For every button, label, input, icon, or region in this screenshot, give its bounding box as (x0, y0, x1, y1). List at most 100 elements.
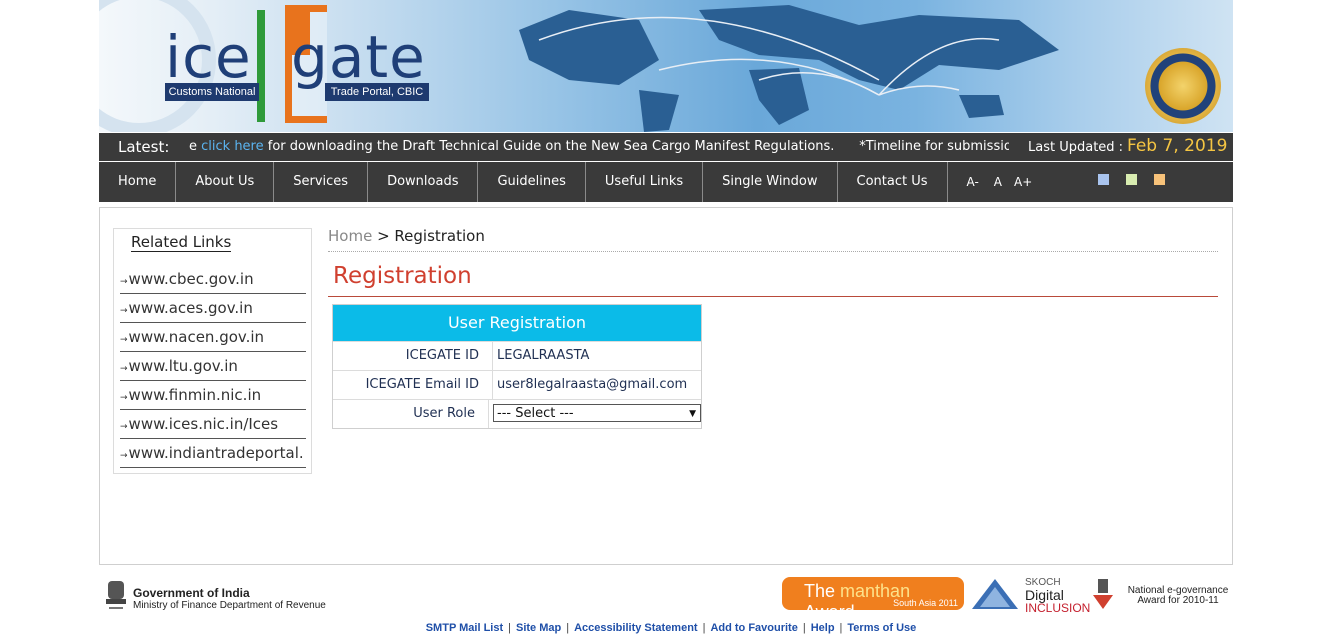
breadcrumb: Home > Registration (328, 227, 1218, 252)
related-links-panel: Related Links →www.cbec.gov.in →www.aces… (113, 228, 312, 474)
last-updated-date: Feb 7, 2019 (1127, 136, 1228, 156)
manthan-post: Award (804, 602, 855, 622)
breadcrumb-home-link[interactable]: Home (328, 227, 372, 245)
footer-separator: | (802, 622, 806, 634)
header-banner: ice gate Customs National Trade Portal, … (99, 0, 1233, 132)
site-logo[interactable]: ice gate (165, 28, 425, 86)
logo-green-bar (257, 10, 265, 122)
form-row-icegate-id: ICEGATE ID LEGALRAASTA (333, 341, 701, 370)
font-reset-button[interactable]: A (994, 162, 1002, 202)
news-ticker: Latest: e click here for downloading the… (99, 133, 1233, 161)
goi-title: Government of India (133, 586, 250, 600)
nav-useful-links[interactable]: Useful Links (586, 162, 704, 202)
ticker-latest-label: Latest: (118, 138, 170, 156)
world-map-graphic (99, 0, 1059, 132)
theme-orange-swatch[interactable] (1154, 174, 1166, 185)
related-link-finmin[interactable]: →www.finmin.nic.in (120, 381, 306, 410)
nav-downloads[interactable]: Downloads (368, 162, 479, 202)
logo-tagline-left: Customs National (165, 83, 259, 101)
footer-link-smtp[interactable]: SMTP Mail List (426, 622, 503, 634)
footer-link-sitemap[interactable]: Site Map (516, 622, 561, 634)
egov-emblem-icon (1093, 579, 1113, 609)
arrow-icon: → (120, 306, 128, 316)
footer-separator: | (566, 622, 570, 634)
manthan-pre: The (804, 581, 841, 601)
related-link-label: www.nacen.gov.in (128, 328, 265, 346)
form-header: User Registration (333, 305, 701, 341)
ticker-message: for downloading the Draft Technical Guid… (263, 139, 835, 154)
logo-gate: gate (291, 23, 426, 91)
last-updated-label: Last Updated : (1028, 140, 1124, 155)
nav-guidelines[interactable]: Guidelines (478, 162, 586, 202)
footer-links: SMTP Mail List | Site Map | Accessibility St… (0, 622, 1342, 634)
footer-separator: | (508, 622, 511, 634)
user-registration-form: User Registration ICEGATE ID LEGALRAASTA… (332, 304, 702, 429)
related-link-indiantradeportal[interactable]: →www.indiantradeportal. (120, 439, 306, 468)
arrow-icon: → (120, 451, 128, 461)
theme-blue-swatch[interactable] (1098, 174, 1110, 185)
cbic-seal-icon (1145, 48, 1221, 124)
skoch-bot: INCLUSION (1025, 601, 1091, 615)
font-decrease-button[interactable]: A- (967, 162, 979, 202)
user-role-label: User Role (333, 400, 489, 428)
breadcrumb-separator: > (372, 227, 395, 245)
related-link-label: www.ltu.gov.in (128, 357, 238, 375)
form-row-user-role: User Role --- Select --- ▼ (333, 399, 701, 428)
related-link-label: www.aces.gov.in (128, 299, 253, 317)
skoch-award-logo: SKOCH Digital INCLUSION (1025, 577, 1091, 617)
ticker-message-2: *Timeline for submissio (859, 139, 1009, 154)
email-label: ICEGATE Email ID (333, 371, 493, 399)
related-link-ltu[interactable]: →www.ltu.gov.in (120, 352, 306, 381)
content-area: Related Links →www.cbec.gov.in →www.aces… (99, 207, 1233, 565)
nav-services[interactable]: Services (274, 162, 369, 202)
form-row-email: ICEGATE Email ID user8legalraasta@gmail.… (333, 370, 701, 399)
ticker-leading-fragment: e (189, 139, 197, 154)
related-link-cbec[interactable]: →www.cbec.gov.in (120, 265, 306, 294)
related-link-label: www.indiantradeportal. (128, 444, 304, 462)
manthan-award-logo: The manthan Award South Asia 2011 (782, 577, 964, 622)
footer-link-accessibility[interactable]: Accessibility Statement (574, 622, 698, 634)
breadcrumb-current: Registration (394, 227, 485, 245)
related-link-ices[interactable]: →www.ices.nic.in/Ices (120, 410, 306, 439)
footer-separator: | (839, 622, 843, 634)
footer-separator: | (702, 622, 706, 634)
nav-contact-us[interactable]: Contact Us (838, 162, 948, 202)
footer-link-terms[interactable]: Terms of Use (847, 622, 916, 634)
arrow-icon: → (120, 393, 128, 403)
main-nav: Home About Us Services Downloads Guideli… (99, 162, 1233, 202)
related-links-title: Related Links (131, 233, 232, 252)
related-link-label: www.cbec.gov.in (128, 270, 254, 288)
user-role-cell: --- Select --- ▼ (489, 400, 701, 428)
email-value: user8legalraasta@gmail.com (497, 377, 688, 392)
footer-link-favourite[interactable]: Add to Favourite (710, 622, 797, 634)
footer-link-help[interactable]: Help (811, 622, 835, 634)
related-link-label: www.ices.nic.in/Ices (128, 415, 279, 433)
csi-award-logo (972, 579, 1018, 609)
logo-ice: ice (165, 23, 252, 91)
ticker-click-here-link[interactable]: click here (201, 139, 263, 154)
nav-about-us[interactable]: About Us (176, 162, 275, 202)
government-of-india-logo: Government of India Ministry of Finance … (133, 586, 326, 611)
arrow-icon: → (120, 277, 128, 287)
user-role-selected: --- Select --- (497, 406, 574, 421)
page-title: Registration (328, 263, 1218, 297)
arrow-icon: → (120, 335, 128, 345)
font-increase-button[interactable]: A+ (1014, 162, 1032, 202)
egov-award-text: National e-governance Award for 2010-11 (1127, 585, 1229, 606)
icegate-id-value: LEGALRAASTA (497, 348, 590, 363)
related-link-aces[interactable]: →www.aces.gov.in (120, 294, 306, 323)
chevron-down-icon: ▼ (689, 409, 696, 419)
related-links-list: →www.cbec.gov.in →www.aces.gov.in →www.n… (120, 265, 306, 468)
goi-subtitle: Ministry of Finance Department of Revenu… (133, 600, 326, 611)
arrow-icon: → (120, 422, 128, 432)
ashoka-emblem-icon (106, 581, 126, 609)
icegate-id-label: ICEGATE ID (333, 342, 493, 370)
related-link-nacen[interactable]: →www.nacen.gov.in (120, 323, 306, 352)
ticker-marquee: e click here for downloading the Draft T… (189, 139, 1009, 154)
theme-green-swatch[interactable] (1126, 174, 1138, 185)
nav-home[interactable]: Home (99, 162, 177, 202)
logo-tagline-right: Trade Portal, CBIC (325, 83, 429, 101)
nav-single-window[interactable]: Single Window (703, 162, 838, 202)
user-role-select[interactable]: --- Select --- ▼ (493, 404, 701, 422)
manthan-award-sub: South Asia 2011 (893, 598, 958, 608)
